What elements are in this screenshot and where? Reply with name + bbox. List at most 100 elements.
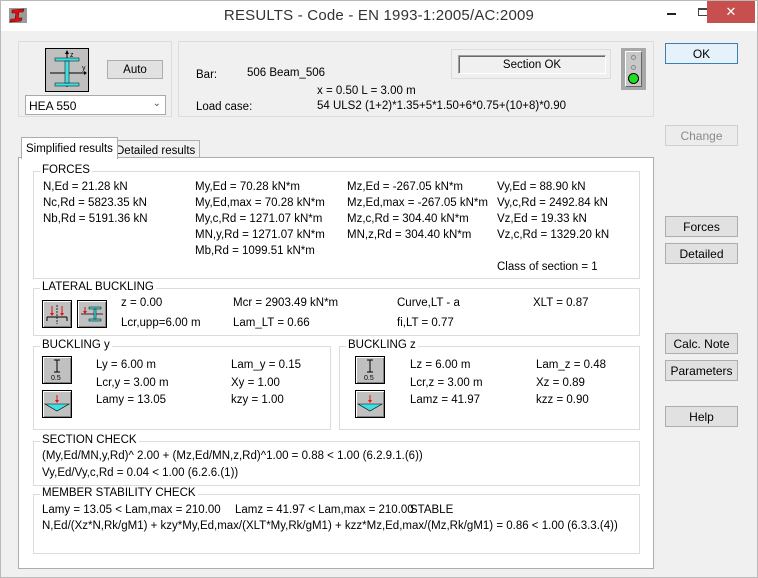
- close-icon: ✕: [725, 4, 737, 20]
- forces-mz-c-rd: Mz,c,Rd = 304.40 kN*m: [347, 213, 469, 225]
- buckling-z-group: BUCKLING z 0.5 Lz = 6.00 m Lcr,z = 3.00 …: [339, 339, 640, 430]
- buckling-y-coef-label: 0.5: [51, 375, 61, 382]
- class-of-section: Class of section = 1: [497, 261, 598, 273]
- forces-my-ed: My,Ed = 70.28 kN*m: [195, 181, 300, 193]
- lb-lam-lt: Lam_LT = 0.66: [233, 317, 310, 329]
- position-value: x = 0.50 L = 3.00 m: [317, 85, 416, 97]
- forces-button[interactable]: Forces: [665, 216, 738, 237]
- bz-lamz: Lamz = 41.97: [410, 394, 481, 406]
- forces-mn-z-rd: MN,z,Rd = 304.40 kN*m: [347, 229, 472, 241]
- auto-button[interactable]: Auto: [107, 60, 163, 79]
- forces-my-ed-max: My,Ed,max = 70.28 kN*m: [195, 197, 325, 209]
- member-stability-group: MEMBER STABILITY CHECK Lamy = 13.05 < La…: [33, 487, 640, 554]
- change-button[interactable]: Change: [665, 125, 738, 146]
- load-diagram-icon: [43, 395, 71, 412]
- buckling-y-coefficient-button[interactable]: 0.5: [42, 356, 72, 384]
- section-preview: z y: [45, 48, 89, 92]
- buckling-length-coefficient-icon: 0.5: [364, 359, 374, 382]
- buckling-length-coefficient-icon: 0.5: [51, 359, 61, 382]
- load-position-button[interactable]: [42, 300, 72, 328]
- i-section-axes-icon: z y: [50, 50, 87, 87]
- calc-note-button[interactable]: Calc. Note: [665, 333, 738, 354]
- forces-vy-ed: Vy,Ed = 88.90 kN: [497, 181, 586, 193]
- forces-mz-ed-max: Mz,Ed,max = -267.05 kN*m: [347, 197, 488, 209]
- results-dialog: RESULTS - Code - EN 1993-1:2005/AC:2009 …: [0, 0, 758, 578]
- section-load-level-button[interactable]: [77, 300, 107, 328]
- forces-group: FORCES N,Ed = 21.28 kN Nc,Rd = 5823.35 k…: [33, 164, 640, 279]
- msc-interaction: N,Ed/(Xz*N,Rk/gM1) + kzy*My,Ed,max/(XLT*…: [42, 520, 618, 532]
- forces-mb-rd: Mb,Rd = 1099.51 kN*m: [195, 245, 315, 257]
- buckling-z-coef-label: 0.5: [364, 375, 374, 382]
- traffic-light: [621, 48, 646, 90]
- section-dropdown-value: HEA 550: [29, 99, 77, 113]
- ok-button[interactable]: OK: [665, 43, 738, 64]
- buckling-z-coefficient-button[interactable]: 0.5: [355, 356, 385, 384]
- detailed-button[interactable]: Detailed: [665, 243, 738, 264]
- msc-lamy: Lamy = 13.05 < Lam,max = 210.00: [42, 504, 221, 516]
- msc-status: STABLE: [410, 504, 454, 516]
- by-lam-y: Lam_y = 0.15: [231, 359, 302, 371]
- lb-z: z = 0.00: [121, 297, 163, 309]
- forces-nc-rd: Nc,Rd = 5823.35 kN: [43, 197, 147, 209]
- section-check-interaction: (My,Ed/MN,y,Rd)^ 2.00 + (Mz,Ed/MN,z,Rd)^…: [42, 450, 423, 462]
- bz-kzz: kzz = 0.90: [536, 394, 589, 406]
- buckling-y-load-diagram-button[interactable]: [42, 390, 72, 418]
- member-stability-title: MEMBER STABILITY CHECK: [40, 487, 198, 499]
- forces-vz-ed: Vz,Ed = 19.33 kN: [497, 213, 587, 225]
- load-case-label: Load case:: [196, 101, 253, 113]
- forces-vy-c-rd: Vy,c,Rd = 2492.84 kN: [497, 197, 608, 209]
- load-diagram-icon: [356, 395, 384, 412]
- lb-mcr: Mcr = 2903.49 kN*m: [233, 297, 339, 309]
- svg-text:y: y: [82, 65, 86, 72]
- forces-mz-ed: Mz,Ed = -267.05 kN*m: [347, 181, 464, 193]
- lb-lcr-upp: Lcr,upp=6.00 m: [121, 317, 201, 329]
- lateral-buckling-group: LATERAL BUCKLING z = 0.00 Lcr,upp=6.00 m…: [33, 281, 640, 336]
- forces-title: FORCES: [40, 164, 92, 176]
- lb-fi-lt: fi,LT = 0.77: [397, 317, 454, 329]
- buckling-y-group: BUCKLING y 0.5 Ly = 6.00 m Lcr,y = 3.00 …: [33, 339, 331, 430]
- section-selector-panel: z y Auto HEA 550 ⌄: [18, 41, 172, 117]
- section-check-shear: Vy,Ed/Vy,c,Rd = 0.04 < 1.00 (6.2.6.(1)): [42, 467, 239, 479]
- load-position-icon: [46, 305, 68, 324]
- forces-my-c-rd: My,c,Rd = 1271.07 kN*m: [195, 213, 323, 225]
- forces-mn-y-rd: MN,y,Rd = 1271.07 kN*m: [195, 229, 325, 241]
- minimize-icon: [666, 13, 676, 15]
- by-lcr-y: Lcr,y = 3.00 m: [96, 377, 169, 389]
- bar-label: Bar:: [196, 69, 218, 81]
- tab-simplified-results-label: Simplified results: [26, 142, 113, 155]
- section-check-title: SECTION CHECK: [40, 434, 139, 446]
- bar-info-panel: Bar: 506 Beam_506 x = 0.50 L = 3.00 m Lo…: [178, 41, 654, 117]
- help-button[interactable]: Help: [665, 406, 738, 427]
- chevron-down-icon: ⌄: [152, 98, 161, 109]
- section-dropdown[interactable]: HEA 550 ⌄: [25, 95, 166, 115]
- tab-detailed-results-label: Detailed results: [116, 144, 196, 157]
- forces-n-ed: N,Ed = 21.28 kN: [43, 181, 128, 193]
- section-check-group: SECTION CHECK (My,Ed/MN,y,Rd)^ 2.00 + (M…: [33, 434, 640, 486]
- status-panel: Section OK: [451, 49, 611, 79]
- minimize-button[interactable]: [655, 1, 687, 23]
- status-text: Section OK: [502, 59, 562, 71]
- section-load-level-icon: [81, 306, 103, 322]
- parameters-button[interactable]: Parameters: [665, 360, 738, 381]
- by-xy: Xy = 1.00: [231, 377, 280, 389]
- load-case-value: 54 ULS2 (1+2)*1.35+5*1.50+6*0.75+(10+8)*…: [317, 100, 567, 112]
- buckling-z-load-diagram-button[interactable]: [355, 390, 385, 418]
- bz-lz: Lz = 6.00 m: [410, 359, 471, 371]
- lateral-buckling-title: LATERAL BUCKLING: [40, 281, 156, 293]
- forces-nb-rd: Nb,Rd = 5191.36 kN: [43, 213, 148, 225]
- bar-value: 506 Beam_506: [247, 67, 326, 79]
- light-middle-icon: [631, 65, 636, 70]
- light-top-icon: [631, 55, 636, 60]
- close-button[interactable]: ✕: [707, 1, 755, 23]
- title-bar: RESULTS - Code - EN 1993-1:2005/AC:2009 …: [1, 1, 757, 31]
- simplified-results-page: FORCES N,Ed = 21.28 kN Nc,Rd = 5823.35 k…: [18, 157, 654, 569]
- buckling-z-title: BUCKLING z: [346, 339, 418, 351]
- buckling-y-title: BUCKLING y: [40, 339, 112, 351]
- tab-simplified-results[interactable]: Simplified results: [21, 137, 118, 159]
- forces-vz-c-rd: Vz,c,Rd = 1329.20 kN: [497, 229, 610, 241]
- bz-xz: Xz = 0.89: [536, 377, 585, 389]
- lb-curve: Curve,LT - a: [397, 297, 460, 309]
- status-field: Section OK: [458, 55, 606, 74]
- by-ly: Ly = 6.00 m: [96, 359, 156, 371]
- by-kzy: kzy = 1.00: [231, 394, 284, 406]
